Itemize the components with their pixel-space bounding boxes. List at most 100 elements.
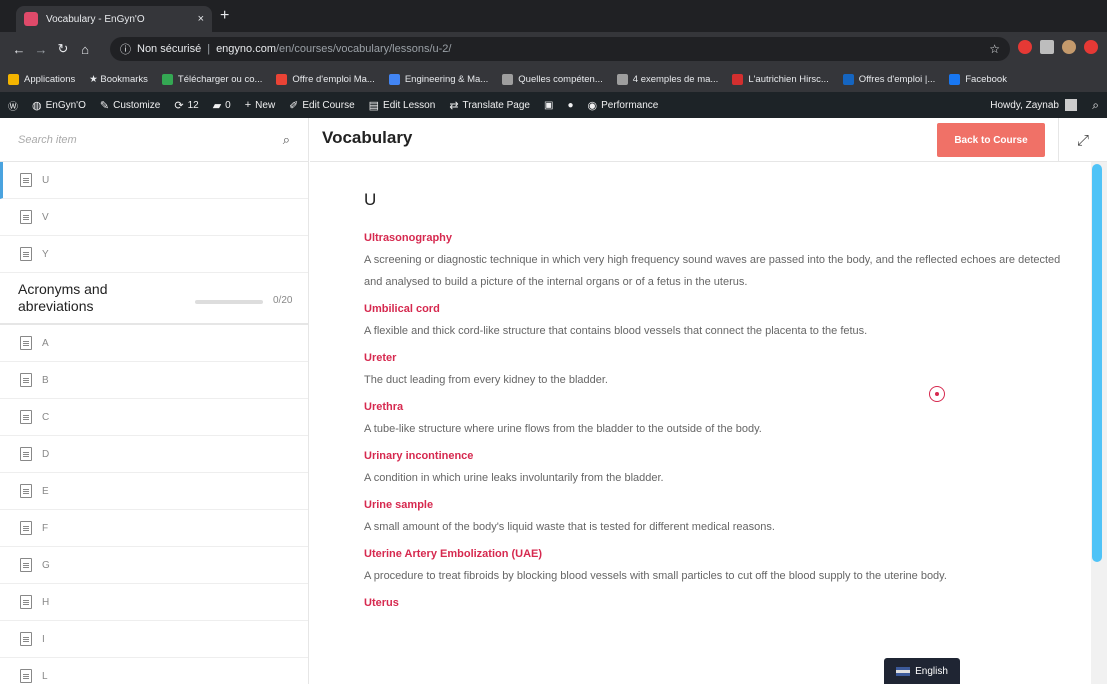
bookmark-item[interactable]: L'autrichien Hirsc...: [732, 73, 829, 85]
glossary-list: Ultrasonography A screening or diagnostic…: [364, 232, 1090, 609]
document-icon: [20, 210, 32, 224]
wp-new-link[interactable]: + New: [245, 99, 275, 111]
search-input[interactable]: [18, 133, 283, 146]
lesson-content: U Ultrasonography A screening or diagnost…: [310, 162, 1090, 684]
lesson-header: Vocabulary Back to Course ⤢: [310, 118, 1107, 162]
address-separator: |: [207, 43, 211, 55]
new-tab-icon[interactable]: +: [220, 8, 229, 24]
address-bar[interactable]: ⓘ Non sécurisé | engyno.com/en/courses/v…: [110, 37, 1010, 61]
bookmarks-bar: Applications ★ Bookmarks Télécharger ou co…: [0, 66, 1107, 92]
sidebar-lesson-item[interactable]: U: [0, 162, 308, 199]
wp-seo-icon[interactable]: ▣: [544, 100, 553, 111]
lesson-label: V: [42, 211, 49, 223]
content-scrollbar[interactable]: [1091, 162, 1107, 684]
wp-customize-link[interactable]: ✎ Customize: [100, 99, 160, 112]
lesson-label: Y: [42, 248, 49, 260]
comment-icon: ▰: [212, 99, 222, 112]
extension-shield-icon[interactable]: [1018, 40, 1032, 54]
sidebar-lesson-item[interactable]: V: [0, 199, 308, 236]
browser-tab[interactable]: Vocabulary - EnGyn'O ×: [16, 6, 212, 32]
glossary-definition: A procedure to treat fibroids by blockin…: [364, 570, 947, 582]
bookmark-item[interactable]: Facebook: [949, 73, 1007, 85]
wp-edit-course-link[interactable]: ✐ Edit Course: [289, 99, 354, 112]
bookmark-label: Télécharger ou co...: [177, 73, 263, 85]
bookmark-favicon-icon: [732, 73, 744, 85]
section-progress-bar: [195, 300, 263, 304]
sidebar-lesson-item[interactable]: D: [0, 436, 308, 473]
sidebar-lesson-item[interactable]: G: [0, 547, 308, 584]
language-switcher[interactable]: English: [884, 658, 960, 684]
back-arrow-icon[interactable]: ←: [8, 42, 30, 57]
lesson-label: C: [42, 411, 50, 423]
document-icon: [20, 521, 32, 535]
document-icon: ▤: [368, 99, 380, 112]
url-host: engyno.com: [216, 43, 276, 55]
sidebar-lesson-item[interactable]: E: [0, 473, 308, 510]
wp-search-icon[interactable]: ⌕: [1092, 98, 1099, 113]
sidebar-lesson-item[interactable]: A: [0, 325, 308, 362]
glossary-term: Ultrasonography: [364, 232, 453, 244]
wp-updates-link[interactable]: ⟳ 12: [174, 99, 198, 112]
reload-icon[interactable]: ↻: [52, 41, 74, 57]
home-icon[interactable]: ⌂: [74, 42, 96, 57]
sidebar-lesson-item[interactable]: Y: [0, 236, 308, 273]
sidebar-lesson-item[interactable]: B: [0, 362, 308, 399]
document-icon: [20, 632, 32, 646]
performance-icon: ◉: [587, 99, 598, 112]
wp-edit-lesson-link[interactable]: ▤ Edit Lesson: [369, 99, 436, 112]
bookmark-star-icon[interactable]: ☆: [989, 42, 1000, 56]
wordpress-logo-icon[interactable]: Ⓦ: [8, 98, 18, 113]
lesson-label: H: [42, 596, 50, 608]
sidebar-lesson-item[interactable]: F: [0, 510, 308, 547]
bookmark-item[interactable]: Offres d'emploi |...: [842, 73, 935, 85]
bookmark-favicon-icon: [949, 73, 961, 85]
lesson-label: B: [42, 374, 49, 386]
sidebar-lesson-item[interactable]: C: [0, 399, 308, 436]
glossary-term: Urinary incontinence: [364, 450, 474, 462]
sidebar-lesson-item[interactable]: L: [0, 658, 308, 684]
tab-close-icon[interactable]: ×: [198, 13, 204, 25]
wp-comments-link[interactable]: ▰ 0: [213, 99, 231, 112]
scrollbar-thumb[interactable]: [1092, 164, 1102, 562]
bookmark-item[interactable]: Offre d'emploi Ma...: [276, 73, 375, 85]
wp-performance-link[interactable]: ◉ Performance: [587, 99, 658, 112]
plus-icon: +: [244, 99, 252, 111]
lesson-label: U: [42, 174, 50, 186]
bookmark-item[interactable]: 4 exemples de ma...: [616, 73, 718, 85]
info-icon[interactable]: ⓘ: [120, 41, 131, 57]
sidebar-lesson-item[interactable]: H: [0, 584, 308, 621]
bookmark-favicon-icon: [502, 73, 514, 85]
back-to-course-button[interactable]: Back to Course: [937, 123, 1045, 157]
glossary-definition: A condition in which urine leaks involun…: [364, 472, 664, 484]
sidebar-lesson-item[interactable]: I: [0, 621, 308, 658]
bookmark-item[interactable]: Quelles compéten...: [502, 73, 603, 85]
lesson-label: L: [42, 670, 48, 682]
wp-site-link[interactable]: ◍ EnGyn'O: [32, 99, 86, 112]
forward-arrow-icon[interactable]: →: [30, 42, 52, 57]
record-icon[interactable]: [929, 386, 945, 402]
search-icon[interactable]: ⌕: [283, 132, 290, 148]
bookmark-item[interactable]: Télécharger ou co...: [161, 73, 263, 85]
bookmark-item[interactable]: Engineering & Ma...: [388, 73, 488, 85]
wp-account-menu[interactable]: Howdy, Zaynab: [990, 92, 1077, 118]
document-icon: [20, 336, 32, 350]
section-acronyms[interactable]: Acronyms and abreviations 0/20: [0, 273, 308, 325]
lesson-label: F: [42, 522, 49, 534]
bookmark-item[interactable]: Applications: [8, 73, 75, 85]
page-title: Vocabulary: [322, 128, 413, 147]
glossary-term: Urethra: [364, 401, 404, 413]
bookmark-item[interactable]: ★ Bookmarks: [89, 74, 148, 85]
wp-new-label: New: [255, 99, 276, 111]
extension-pin-icon[interactable]: [1040, 40, 1054, 54]
wp-translate-link[interactable]: ⇄ Translate Page: [449, 99, 530, 112]
document-icon: [20, 669, 32, 683]
document-icon: [20, 447, 32, 461]
expand-icon[interactable]: ⤢: [1058, 118, 1107, 162]
glossary-term: Uterine Artery Embolization (UAE): [364, 548, 543, 560]
lesson-letter-heading: U: [364, 190, 377, 209]
menu-icon[interactable]: [1084, 40, 1098, 54]
glossary-term: Umbilical cord: [364, 303, 440, 315]
translate-icon: ⇄: [449, 99, 459, 112]
profile-avatar-icon[interactable]: [1062, 40, 1076, 54]
section-progress-text: 0/20: [273, 295, 293, 306]
